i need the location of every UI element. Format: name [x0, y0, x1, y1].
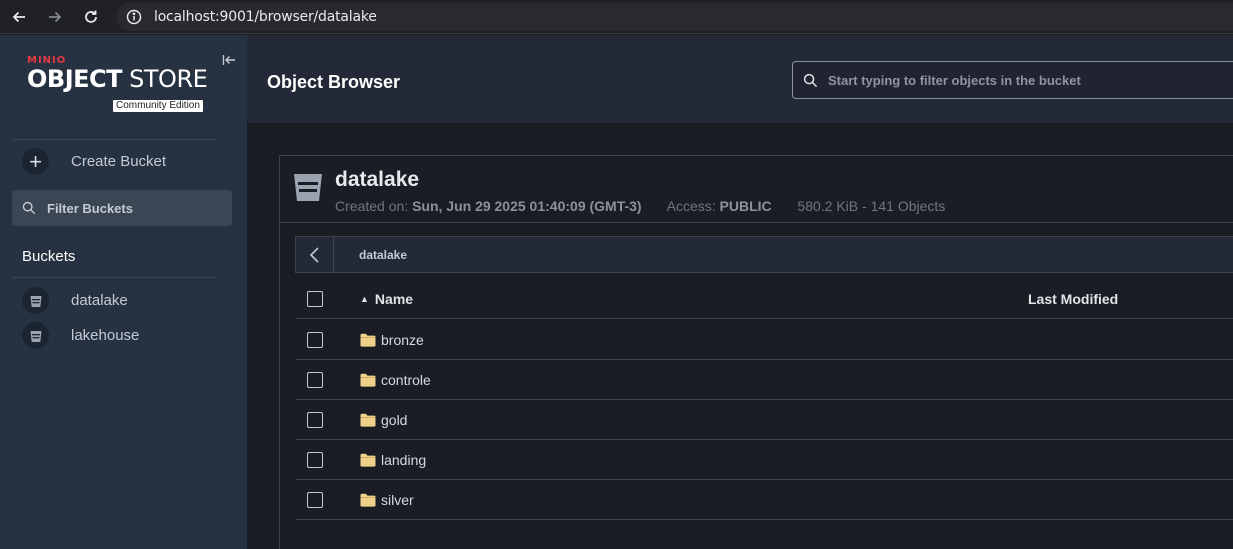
- folder-icon: [360, 333, 376, 347]
- sidebar-bucket-lakehouse[interactable]: lakehouse: [22, 322, 139, 349]
- plus-icon: +: [22, 148, 49, 175]
- forward-arrow-icon[interactable]: [44, 6, 66, 28]
- folder-icon: [360, 493, 376, 507]
- filter-buckets-input[interactable]: [47, 200, 217, 216]
- sidebar-divider: [12, 277, 216, 278]
- browser-toolbar: localhost:9001/browser/datalake: [0, 0, 1233, 34]
- search-icon: [22, 201, 36, 215]
- table-row[interactable]: bronze: [296, 320, 1233, 360]
- select-all-checkbox[interactable]: [307, 291, 323, 307]
- last-modified-column-header[interactable]: Last Modified: [1028, 291, 1118, 307]
- bucket-info-card: datalake Created on: Sun, Jun 29 2025 01…: [279, 155, 1233, 223]
- back-button[interactable]: [296, 237, 334, 272]
- create-bucket-button[interactable]: + Create Bucket: [22, 148, 166, 175]
- breadcrumb-item[interactable]: datalake: [359, 248, 407, 262]
- object-listing: datalake ▲ Name Last Modified bronze con…: [279, 223, 1233, 549]
- table-row[interactable]: silver: [296, 480, 1233, 520]
- table-header: ▲ Name Last Modified: [296, 279, 1233, 319]
- sort-asc-icon: ▲: [360, 294, 369, 304]
- create-bucket-label: Create Bucket: [71, 153, 167, 170]
- reload-icon[interactable]: [80, 6, 102, 28]
- site-info-icon[interactable]: [126, 9, 142, 25]
- minio-logo: MINIO OBJECT STORE Community Edition: [27, 55, 208, 112]
- object-search-input[interactable]: [828, 72, 1228, 88]
- address-bar[interactable]: localhost:9001/browser/datalake: [116, 3, 1233, 31]
- chevron-left-icon: [309, 246, 319, 263]
- url-text: localhost:9001/browser/datalake: [154, 9, 377, 25]
- search-icon: [803, 73, 818, 87]
- row-checkbox[interactable]: [307, 492, 323, 508]
- bucket-usage: 580.2 KiB - 141 Objects: [797, 198, 946, 214]
- back-arrow-icon[interactable]: [8, 6, 30, 28]
- row-checkbox[interactable]: [307, 332, 323, 348]
- collapse-sidebar-icon[interactable]: [221, 52, 237, 68]
- main-content: Object Browser datalake Created on: Sun,…: [247, 35, 1233, 549]
- bucket-label: lakehouse: [71, 327, 140, 344]
- bucket-icon: [22, 322, 49, 349]
- bucket-label: datalake: [71, 292, 128, 309]
- bucket-icon: [294, 174, 322, 201]
- folder-name: gold: [381, 412, 408, 428]
- sidebar-divider: [12, 139, 216, 140]
- sidebar: MINIO OBJECT STORE Community Edition + C…: [0, 35, 247, 549]
- row-checkbox[interactable]: [307, 412, 323, 428]
- table-row[interactable]: controle: [296, 360, 1233, 400]
- object-search-field[interactable]: [792, 61, 1233, 99]
- bucket-icon: [22, 287, 49, 314]
- row-checkbox[interactable]: [307, 452, 323, 468]
- folder-name: bronze: [381, 332, 424, 348]
- table-row[interactable]: landing: [296, 440, 1233, 480]
- created-label: Created on:: [335, 198, 409, 214]
- sidebar-bucket-datalake[interactable]: datalake: [22, 287, 128, 314]
- folder-name: controle: [381, 372, 431, 388]
- page-header: Object Browser: [247, 35, 1233, 123]
- table-row[interactable]: gold: [296, 400, 1233, 440]
- access-label: Access:: [666, 198, 716, 214]
- page-title: Object Browser: [267, 72, 401, 92]
- logo-product-text: OBJECT STORE: [27, 65, 208, 93]
- folder-icon: [360, 413, 376, 427]
- created-value: Sun, Jun 29 2025 01:40:09 (GMT-3): [412, 198, 642, 214]
- folder-name: silver: [381, 492, 414, 508]
- buckets-heading: Buckets: [22, 248, 76, 265]
- edition-badge: Community Edition: [113, 100, 203, 112]
- bucket-name: datalake: [335, 168, 420, 191]
- row-checkbox[interactable]: [307, 372, 323, 388]
- folder-icon: [360, 453, 376, 467]
- access-value: PUBLIC: [719, 198, 772, 214]
- name-column-header[interactable]: ▲ Name: [360, 291, 413, 307]
- breadcrumb: datalake: [295, 236, 1233, 273]
- folder-icon: [360, 373, 376, 387]
- bucket-meta: Created on: Sun, Jun 29 2025 01:40:09 (G…: [335, 198, 945, 214]
- filter-buckets-field[interactable]: [12, 190, 232, 226]
- folder-name: landing: [381, 452, 427, 468]
